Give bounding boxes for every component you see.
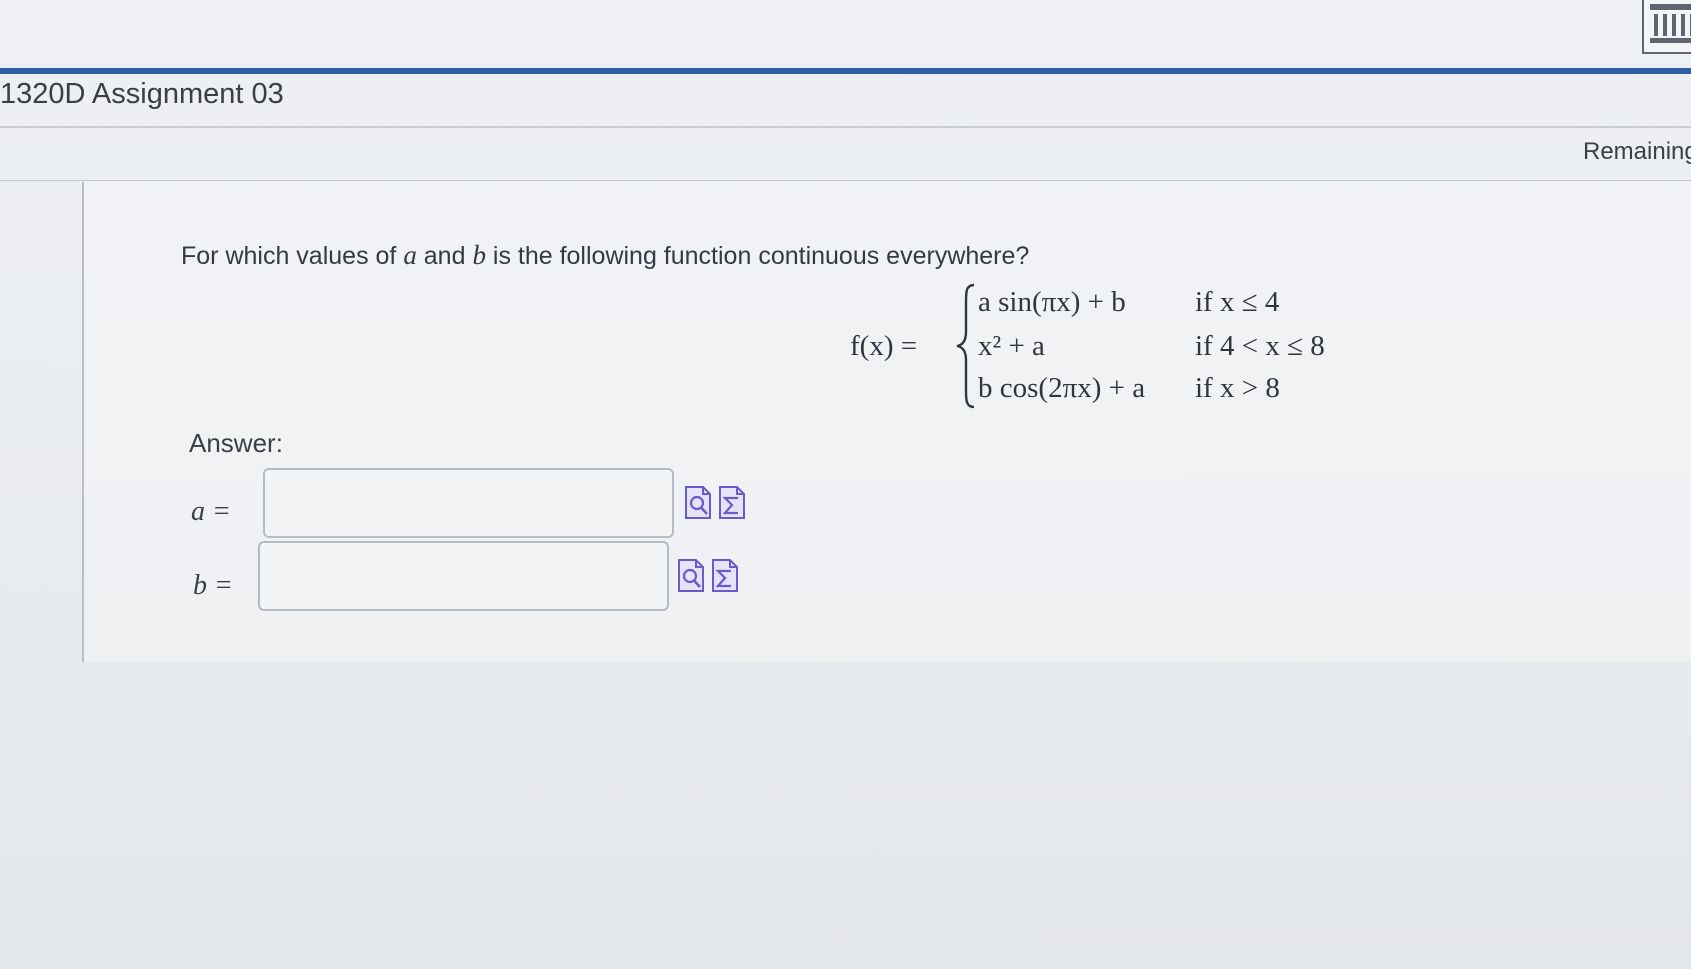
header-divider xyxy=(0,180,1691,181)
case-2-expression: x² + a xyxy=(978,330,1045,362)
piecewise-function: f(x) = a sin(πx) + b if x ≤ 4 x² + a if … xyxy=(850,282,1350,412)
case-3-expression: b cos(2πx) + a xyxy=(978,372,1146,404)
case-1-expression: a sin(πx) + b xyxy=(978,286,1126,318)
prompt-var-a: a xyxy=(403,240,417,270)
time-remaining-label: Remaining xyxy=(1583,138,1691,165)
prompt-text-end: is the following function continuous eve… xyxy=(485,242,1030,270)
title-divider xyxy=(0,126,1691,128)
a-field-label: a = xyxy=(191,496,231,527)
assignment-title: 1320D Assignment 03 xyxy=(0,78,284,110)
a-answer-input[interactable] xyxy=(263,468,674,538)
prompt-text-middle: and xyxy=(416,242,473,270)
preview-icon[interactable] xyxy=(684,485,712,520)
prompt-text-start: For which values of xyxy=(181,242,404,270)
case-3-condition: if x > 8 xyxy=(1195,372,1280,404)
header-accent-bar xyxy=(0,68,1691,74)
sigma-icon[interactable] xyxy=(711,558,739,593)
left-brace xyxy=(956,283,975,409)
preview-icon[interactable] xyxy=(677,558,705,593)
b-answer-input[interactable] xyxy=(258,541,669,611)
answer-label: Answer: xyxy=(189,428,283,458)
bank-icon[interactable] xyxy=(1642,0,1691,54)
question-prompt: For which values of a and b is the follo… xyxy=(181,240,1029,271)
sigma-icon[interactable] xyxy=(718,485,746,520)
b-field-label: b = xyxy=(193,570,233,601)
prompt-var-b: b xyxy=(472,240,486,270)
function-lhs: f(x) = xyxy=(850,330,918,362)
case-2-condition: if 4 < x ≤ 8 xyxy=(1195,330,1325,362)
case-1-condition: if x ≤ 4 xyxy=(1195,286,1280,318)
